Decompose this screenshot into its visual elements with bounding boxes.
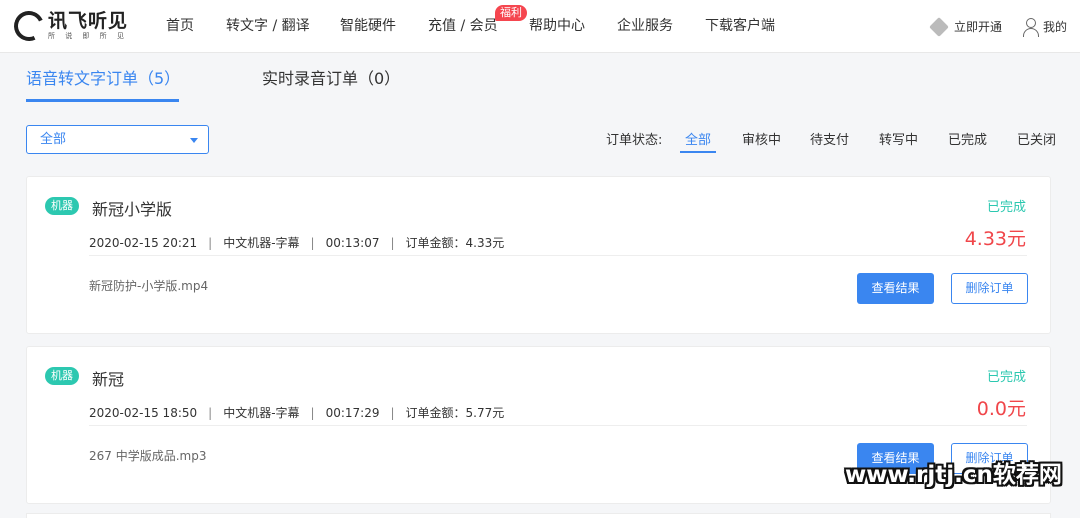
next-order-card-edge [26, 513, 1051, 518]
order-status: 已完成 [986, 370, 1026, 385]
logo-mark-icon [9, 6, 49, 46]
nav-item-recharge[interactable]: 充值 / 会员 [428, 0, 498, 53]
nav-item-enterprise[interactable]: 企业服务 [617, 0, 673, 53]
user-icon [1022, 17, 1039, 37]
order-type: 中文机器-字幕 [223, 236, 300, 250]
site-watermark: www.rjtj.cn软荐网 [845, 462, 1062, 488]
order-card: 机器 新冠小学版 2020-02-15 20:21 | 中文机器-字幕 | 00:13:… [26, 176, 1051, 334]
filter-completed[interactable]: 已完成 [948, 129, 987, 148]
filter-pending-payment[interactable]: 待支付 [810, 129, 849, 148]
delete-order-button[interactable]: 删除订单 [951, 273, 1028, 304]
nav-item-help[interactable]: 帮助中心 [529, 0, 585, 53]
mine-link[interactable]: 我的 [1022, 0, 1067, 53]
filter-all[interactable]: 全部 [685, 129, 711, 148]
vip-link[interactable]: 立即开通 [929, 0, 1003, 53]
order-amount-text: 订单金额：5.77元 [405, 406, 505, 420]
nav-item-download[interactable]: 下载客户端 [705, 0, 775, 53]
card-divider [89, 425, 1027, 426]
welfare-badge: 福利 [495, 5, 527, 21]
logo-slogan: 所 说 即 所 见 [48, 32, 128, 40]
nav-item-home[interactable]: 首页 [166, 0, 194, 53]
order-title: 新冠小学版 [92, 200, 173, 219]
filter-transcribing[interactable]: 转写中 [879, 129, 918, 148]
logo-name: 讯飞听见 [48, 10, 129, 32]
chevron-down-icon [190, 138, 198, 143]
order-meta: 2020-02-15 18:50 | 中文机器-字幕 | 00:17:29 | 订单金额：5… [89, 406, 505, 420]
order-amount-text: 订单金额：4.33元 [405, 236, 505, 250]
diamond-icon [929, 16, 949, 37]
select-value: 全部 [40, 132, 67, 147]
order-type-select[interactable]: 全部 [26, 125, 209, 154]
nav-item-transcribe[interactable]: 转文字 / 翻译 [226, 0, 310, 53]
order-title: 新冠 [92, 370, 125, 389]
filter-closed[interactable]: 已关闭 [1017, 129, 1056, 148]
nav-item-hardware[interactable]: 智能硬件 [340, 0, 396, 53]
order-file-name: 新冠防护-小学版.mp4 [89, 279, 209, 293]
mine-label: 我的 [1043, 20, 1068, 34]
filter-label: 订单状态: [606, 133, 663, 148]
order-file-name: 267 中学版成品.mp3 [89, 449, 207, 463]
order-amount: 0.0元 [976, 398, 1026, 420]
order-type: 中文机器-字幕 [223, 406, 300, 420]
tab-realtime-orders[interactable]: 实时录音订单（0） [262, 65, 400, 89]
order-duration: 00:13:07 [325, 236, 380, 250]
machine-tag: 机器 [45, 367, 79, 385]
tab-voice-orders[interactable]: 语音转文字订单（5） [26, 65, 180, 89]
top-header: 讯飞听见 所 说 即 所 见 首页 转文字 / 翻译 智能硬件 充值 / 会员 … [0, 0, 1080, 53]
order-status: 已完成 [986, 200, 1026, 215]
order-duration: 00:17:29 [325, 406, 380, 420]
card-divider [89, 255, 1027, 256]
machine-tag: 机器 [45, 197, 79, 215]
view-result-button[interactable]: 查看结果 [857, 273, 934, 304]
active-filter-indicator [680, 151, 716, 153]
order-meta: 2020-02-15 20:21 | 中文机器-字幕 | 00:13:07 | 订单金额：4… [89, 236, 505, 250]
active-tab-indicator [26, 99, 179, 102]
filter-reviewing[interactable]: 审核中 [742, 129, 781, 148]
order-date: 2020-02-15 20:21 [89, 236, 198, 250]
order-amount: 4.33元 [964, 228, 1026, 250]
vip-label: 立即开通 [954, 20, 1003, 34]
order-date: 2020-02-15 18:50 [89, 406, 198, 420]
logo[interactable]: 讯飞听见 所 说 即 所 见 [9, 6, 129, 46]
